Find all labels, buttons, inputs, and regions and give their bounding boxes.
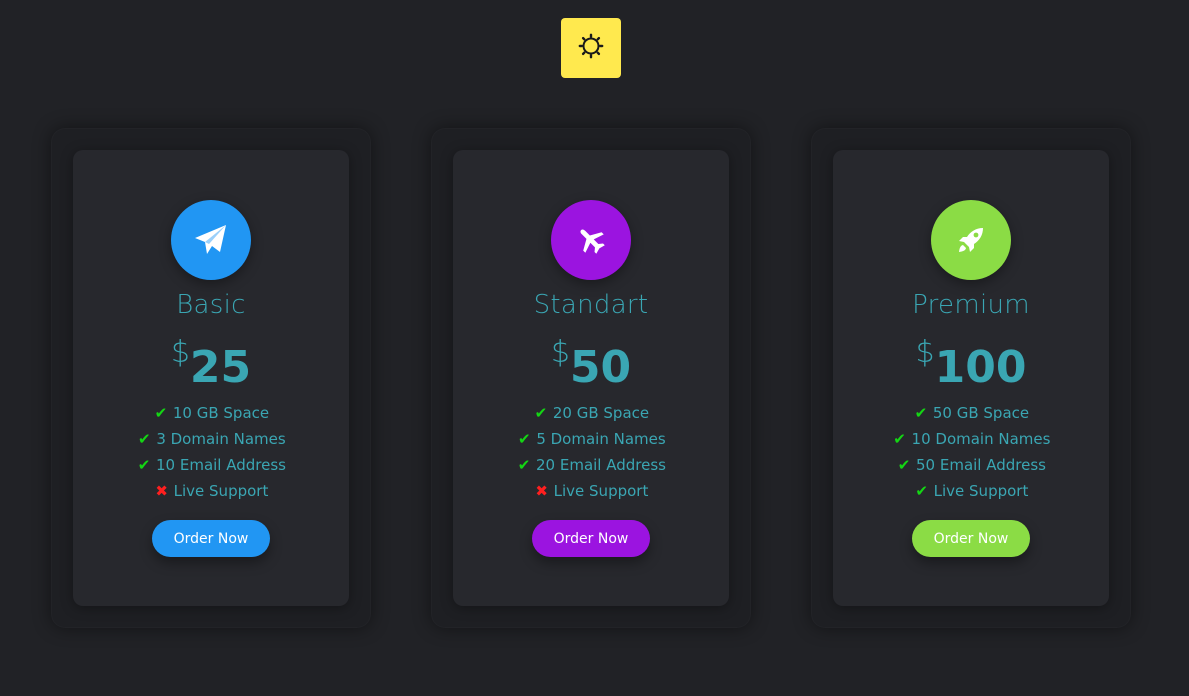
feature-item: ✔ 20 Email Address [453, 452, 729, 478]
feature-text: 5 Domain Names [536, 430, 666, 448]
feature-text: 3 Domain Names [156, 430, 286, 448]
currency-symbol: $ [915, 335, 935, 370]
feature-text: 10 Email Address [156, 456, 286, 474]
plan-name: Premium [912, 290, 1030, 320]
check-icon: ✔ [518, 430, 531, 448]
currency-symbol: $ [550, 335, 570, 370]
check-icon: ✔ [138, 430, 151, 448]
sun-icon [578, 33, 604, 63]
check-icon: ✔ [517, 456, 531, 474]
airplane-icon [551, 200, 631, 280]
cross-icon: ✖ [535, 482, 548, 500]
feature-text: Live Support [933, 482, 1029, 500]
plan-name: Basic [176, 290, 246, 320]
feature-item: ✔ 5 Domain Names [453, 426, 729, 452]
check-icon: ✔ [154, 404, 168, 422]
order-now-button-standart[interactable]: Order Now [532, 520, 650, 557]
theme-toggle-button[interactable] [561, 18, 621, 78]
price-amount: 25 [189, 342, 252, 393]
check-icon: ✔ [893, 430, 906, 448]
rocket-icon [931, 200, 1011, 280]
feature-item: ✔ 10 Email Address [73, 452, 349, 478]
pricing-card-basic: Basic $25 ✔ 10 GB Space ✔ 3 Domain Names ✔… [51, 128, 371, 628]
feature-text: 20 GB Space [552, 404, 650, 422]
feature-item: ✖ Live Support [73, 478, 349, 504]
check-icon: ✔ [915, 482, 928, 500]
check-icon: ✔ [914, 404, 928, 422]
feature-text: Live Support [553, 482, 649, 500]
pricing-card-inner: Premium $100 ✔ 50 GB Space ✔ 10 Domain Nam… [833, 150, 1109, 606]
currency-symbol: $ [170, 335, 190, 370]
feature-text: 10 GB Space [172, 404, 270, 422]
pricing-card-standart: Standart $50 ✔ 20 GB Space ✔ 5 Domain Name… [431, 128, 751, 628]
price-amount: 100 [934, 342, 1027, 393]
pricing-card-premium: Premium $100 ✔ 50 GB Space ✔ 10 Domain Nam… [811, 128, 1131, 628]
order-now-button-basic[interactable]: Order Now [152, 520, 270, 557]
feature-item: ✔ 10 GB Space [73, 400, 349, 426]
plan-price: $100 [833, 335, 1109, 390]
pricing-card-inner: Standart $50 ✔ 20 GB Space ✔ 5 Domain Name… [453, 150, 729, 606]
feature-list: ✔ 10 GB Space ✔ 3 Domain Names ✔ 10 Email A… [73, 400, 349, 504]
feature-item: ✔ 3 Domain Names [73, 426, 349, 452]
feature-item: ✔ 10 Domain Names [833, 426, 1109, 452]
feature-item: ✔ 50 GB Space [833, 400, 1109, 426]
feature-item: ✔ Live Support [833, 478, 1109, 504]
feature-text: 50 GB Space [932, 404, 1030, 422]
feature-list: ✔ 50 GB Space ✔ 10 Domain Names ✔ 50 Email … [833, 400, 1109, 504]
feature-item: ✔ 20 GB Space [453, 400, 729, 426]
cross-icon: ✖ [155, 482, 168, 500]
check-icon: ✔ [534, 404, 548, 422]
plan-price: $25 [73, 335, 349, 390]
check-icon: ✔ [897, 456, 911, 474]
feature-list: ✔ 20 GB Space ✔ 5 Domain Names ✔ 20 Email A… [453, 400, 729, 504]
pricing-card-inner: Basic $25 ✔ 10 GB Space ✔ 3 Domain Names ✔… [73, 150, 349, 606]
feature-item: ✔ 50 Email Address [833, 452, 1109, 478]
order-now-button-premium[interactable]: Order Now [912, 520, 1030, 557]
plan-name: Standart [533, 290, 649, 320]
price-amount: 50 [569, 342, 632, 393]
plan-price: $50 [453, 335, 729, 390]
paper-plane-icon [171, 200, 251, 280]
feature-text: 20 Email Address [536, 456, 666, 474]
feature-text: 10 Domain Names [911, 430, 1051, 448]
feature-text: 50 Email Address [916, 456, 1046, 474]
feature-item: ✖ Live Support [453, 478, 729, 504]
feature-text: Live Support [173, 482, 269, 500]
check-icon: ✔ [137, 456, 151, 474]
